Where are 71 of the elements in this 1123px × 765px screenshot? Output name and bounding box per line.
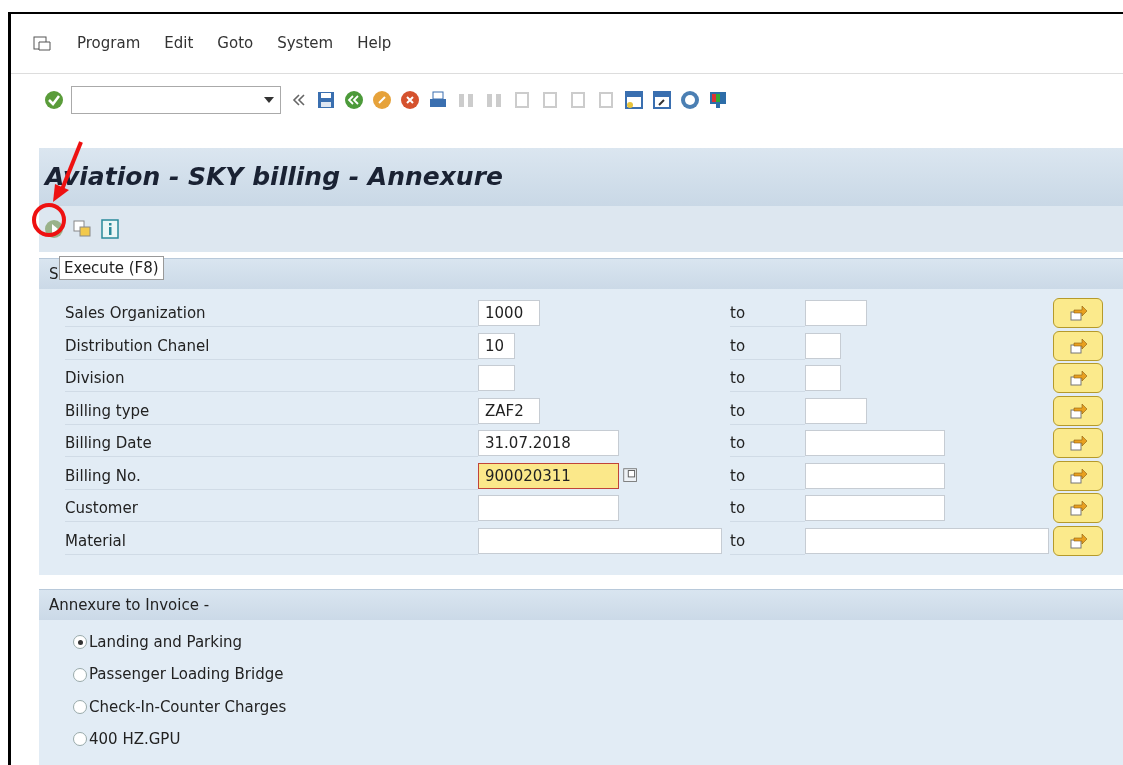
multiple-selection-button[interactable] [1053, 395, 1103, 426]
arrow-icon[interactable] [1068, 401, 1088, 420]
multiple-selection-button[interactable] [1053, 525, 1103, 556]
field-label: Customer [65, 494, 478, 523]
input-field[interactable] [805, 300, 867, 327]
field-label: Division [65, 364, 478, 393]
input-field[interactable] [805, 527, 1049, 554]
input-field[interactable] [478, 495, 619, 522]
multiple-selection-button[interactable] [1053, 460, 1103, 491]
input-field[interactable] [805, 495, 945, 522]
input-field[interactable] [478, 365, 515, 392]
section-title: Annexure to Invoice - [49, 594, 210, 616]
menu-item[interactable]: Edit [164, 32, 194, 55]
multiple-selection-button[interactable] [1053, 330, 1103, 361]
menu-item[interactable]: Help [357, 32, 392, 55]
arrow-icon[interactable] [1068, 499, 1088, 518]
input-field[interactable]: ZAF2 [478, 397, 540, 424]
input-field[interactable] [478, 527, 722, 554]
field-label: Billing Date [65, 429, 478, 458]
save-icon[interactable] [315, 89, 337, 111]
exit-icon[interactable] [371, 89, 393, 111]
tooltip: Execute (F8) [59, 256, 164, 280]
window-icon[interactable] [623, 89, 645, 111]
field-label: Sales Organization [65, 299, 478, 328]
input-field[interactable]: 31.07.2018 [478, 430, 619, 457]
multiple-selection-button[interactable] [1053, 363, 1103, 394]
input-field[interactable]: 10 [478, 332, 515, 359]
multiple-selection-button[interactable] [1053, 428, 1103, 459]
field-label: Billing No. [65, 461, 478, 490]
circle-annotation [32, 203, 66, 237]
check-icon[interactable] [43, 89, 65, 111]
input-field[interactable] [805, 365, 841, 392]
shortcut-icon[interactable] [651, 89, 673, 111]
multiple-selection-button[interactable] [1053, 493, 1103, 524]
menu-item[interactable]: Program [77, 32, 141, 55]
arrow-icon[interactable] [1068, 336, 1088, 355]
arrow-icon[interactable] [1068, 434, 1088, 453]
field-label: Material [65, 526, 478, 555]
input-field[interactable]: 900020311 [478, 462, 619, 489]
menu-item[interactable]: Goto [217, 32, 254, 55]
info-icon[interactable] [99, 218, 121, 240]
arrow-icon[interactable] [1068, 531, 1088, 550]
back-icon[interactable] [343, 89, 365, 111]
radio-button[interactable] [73, 635, 87, 650]
radio-label[interactable]: Check-In-Counter Charges [89, 695, 287, 719]
radio-button[interactable] [73, 699, 87, 714]
input-field[interactable] [805, 462, 945, 489]
arrow-icon[interactable] [1068, 466, 1088, 485]
radio-label[interactable]: Landing and Parking [89, 630, 243, 654]
arrow-icon[interactable] [1068, 369, 1088, 388]
input-field[interactable]: 1000 [478, 300, 540, 327]
radio-button[interactable] [73, 732, 87, 747]
copy-icon[interactable] [71, 218, 93, 240]
input-field[interactable] [805, 430, 945, 457]
arrow-icon[interactable] [1068, 304, 1088, 323]
radio-label[interactable]: 400 HZ.GPU [89, 728, 181, 751]
execute-icon[interactable] [43, 218, 65, 240]
input-field[interactable] [805, 332, 841, 359]
help-icon[interactable] [679, 89, 701, 111]
dropdown-icon[interactable] [264, 97, 274, 103]
multiple-selection-button[interactable] [1053, 298, 1103, 329]
cancel-icon[interactable] [399, 89, 421, 111]
radio-button[interactable] [73, 667, 87, 682]
command-field[interactable] [71, 86, 281, 114]
field-label: Billing type [65, 396, 478, 425]
radio-label[interactable]: Passenger Loading Bridge [89, 663, 284, 686]
section-title: S [49, 263, 59, 285]
field-label: Distribution Chanel [65, 331, 478, 360]
monitor-icon[interactable] [707, 89, 729, 111]
input-field[interactable] [805, 397, 867, 424]
menu-item[interactable]: System [277, 32, 334, 55]
